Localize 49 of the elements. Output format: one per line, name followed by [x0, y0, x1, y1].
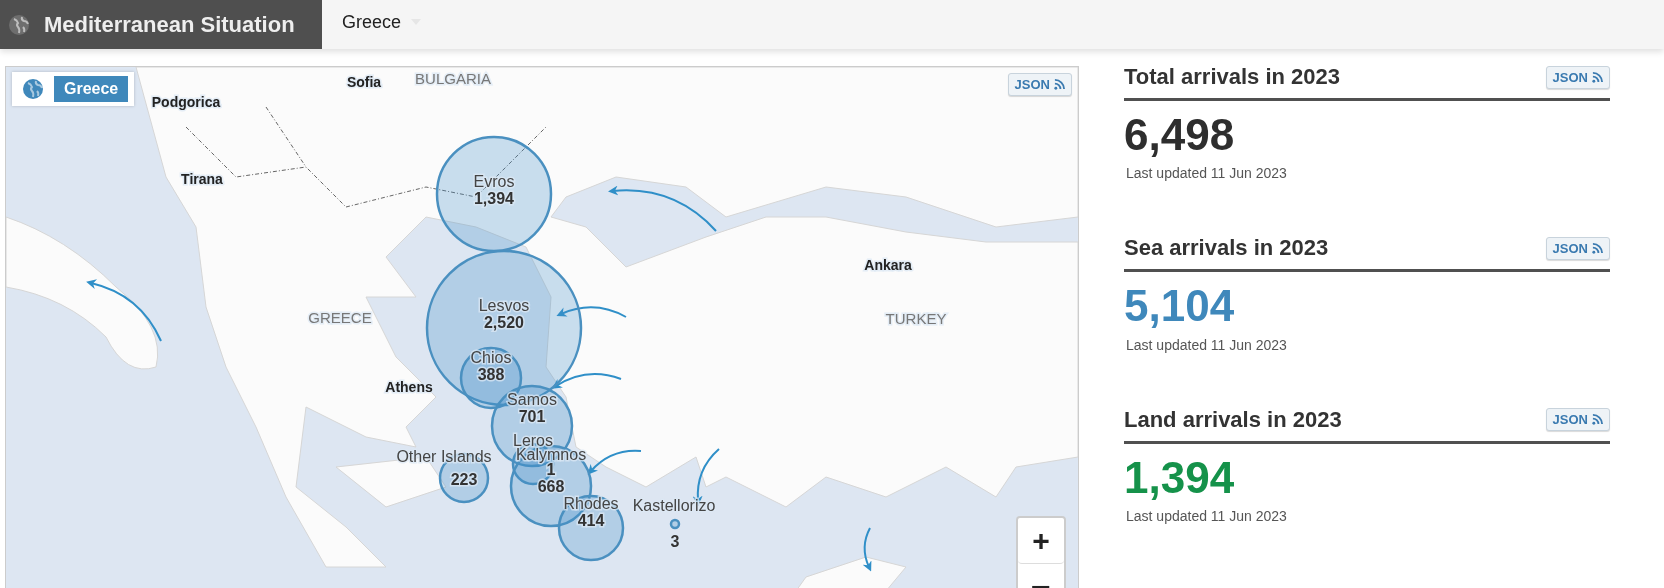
city-label: Athens	[385, 379, 433, 395]
json-feed-button[interactable]: JSON	[1545, 236, 1610, 260]
site-label: Chios	[470, 349, 512, 366]
arrival-count: 3	[670, 533, 680, 550]
city-label: Ankara	[864, 257, 912, 273]
stat-value: 6,498	[1124, 111, 1236, 160]
last-updated-text: Last updated 11 Jun 2023	[1126, 165, 1288, 182]
site-label: Leros	[513, 432, 553, 449]
site-label: Samos	[507, 391, 557, 408]
route-arrow	[587, 449, 642, 475]
last-updated-text: Last updated 11 Jun 2023	[1126, 336, 1288, 353]
rss-icon	[1054, 79, 1065, 90]
arrival-count: 388	[477, 366, 505, 383]
site-label: Kastellorizo	[632, 497, 716, 514]
stat-title: Sea arrivals in 2023	[1124, 235, 1329, 262]
rss-icon	[1592, 414, 1603, 426]
city-label: Tirana	[181, 171, 223, 187]
arrival-count: 2,520	[484, 314, 524, 331]
rss-icon	[1592, 71, 1603, 83]
rss-icon	[1592, 242, 1603, 254]
country-label: GREECE	[308, 309, 372, 326]
json-feed-button[interactable]: JSON	[1545, 408, 1610, 432]
city-label: Sofia	[346, 74, 382, 90]
city-label: Podgorica	[151, 94, 221, 110]
stat-title: Total arrivals in 2023	[1124, 64, 1341, 90]
globe-icon	[22, 78, 44, 100]
arrival-count: 223	[450, 471, 478, 488]
stat-title: Land arrivals in 2023	[1124, 406, 1342, 433]
arrival-count: 668	[537, 478, 565, 495]
country-label: BULGARIA	[415, 70, 491, 87]
site-label: Lesvos	[478, 297, 530, 314]
arrival-count: 414	[577, 512, 605, 529]
country-badge-label: Greece	[54, 76, 129, 102]
app-title: Mediterranean Situation	[44, 11, 295, 38]
json-feed-button[interactable]: JSON	[1007, 73, 1072, 96]
country-label: TURKEY	[885, 310, 947, 327]
route-arrow	[551, 373, 622, 389]
route-arrow	[862, 527, 872, 572]
route-arrow	[556, 306, 627, 318]
arrival-count: 701	[518, 408, 546, 425]
stat-value: 5,104	[1124, 282, 1236, 331]
site-label: Evros	[473, 173, 515, 190]
arrival-circle	[669, 518, 681, 530]
json-feed-button[interactable]: JSON	[1545, 65, 1610, 89]
stat-value: 1,394	[1124, 453, 1236, 503]
arrival-count: 1,394	[474, 190, 514, 207]
country-selector[interactable]: Greece	[322, 0, 442, 44]
last-updated-text: Last updated 11 Jun 2023	[1126, 508, 1288, 525]
globe-icon	[8, 13, 30, 36]
